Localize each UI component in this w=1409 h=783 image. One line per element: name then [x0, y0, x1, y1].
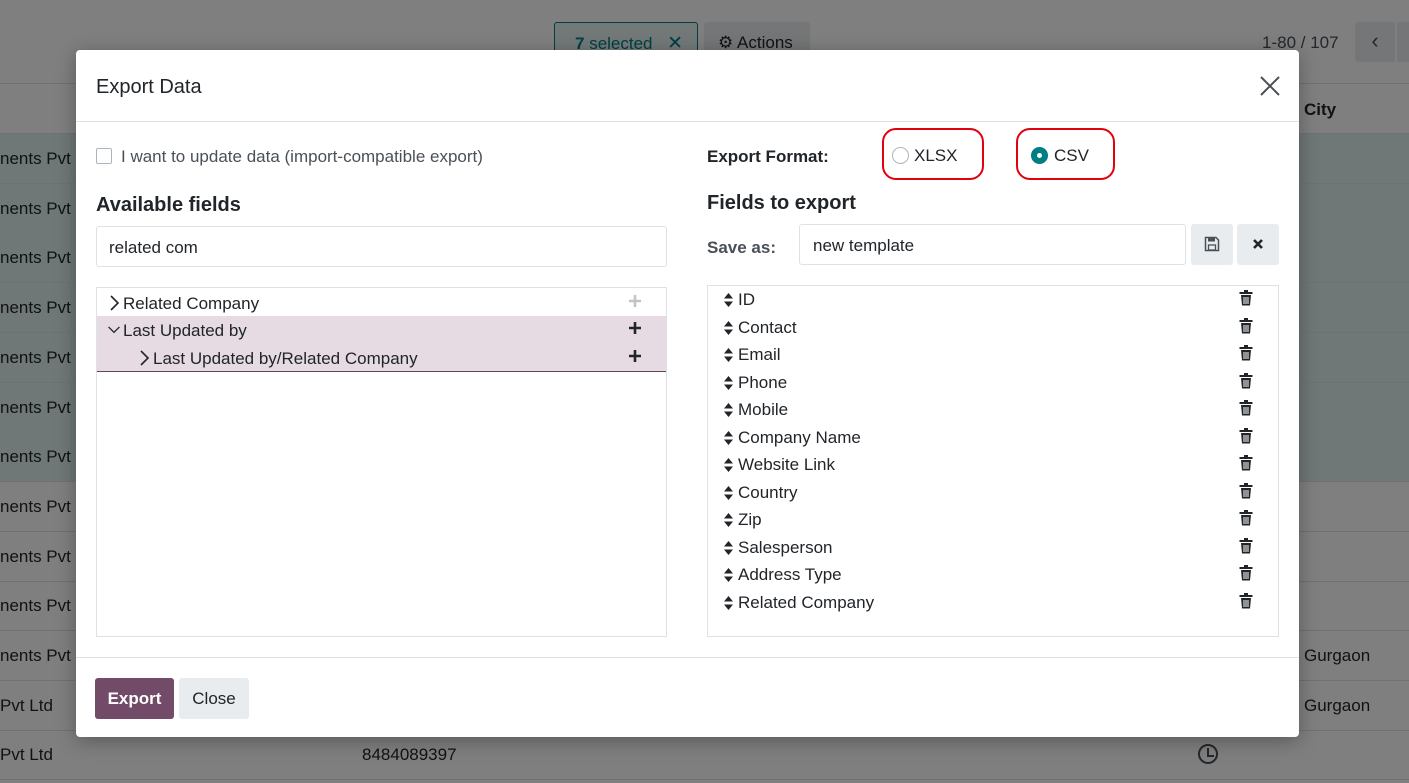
trash-icon[interactable]	[1239, 482, 1253, 499]
trash-icon[interactable]	[1239, 400, 1253, 416]
x-icon	[1253, 239, 1263, 249]
export-field-label: ID	[738, 290, 755, 309]
export-field-item[interactable]: ID	[708, 287, 1278, 314]
sort-icon[interactable]	[723, 512, 734, 528]
template-name-input[interactable]: new template	[799, 224, 1186, 265]
radio-xlsx[interactable]	[892, 147, 909, 164]
trash-icon[interactable]	[1239, 372, 1253, 389]
fields-to-export-heading: Fields to export	[707, 192, 856, 214]
export-field-label: Phone	[738, 372, 788, 392]
save-as-label: Save as:	[707, 238, 776, 257]
chevron-down-icon[interactable]	[107, 321, 121, 339]
export-button[interactable]: Export	[95, 678, 174, 719]
export-field-item[interactable]: Salesperson	[708, 535, 1278, 562]
radio-csv[interactable]	[1031, 147, 1048, 164]
format-label-csv: CSV	[1054, 146, 1089, 165]
sort-icon[interactable]	[723, 540, 734, 556]
export-field-item[interactable]: Address Type	[708, 562, 1278, 589]
modal-title: Export Data	[96, 76, 202, 98]
import-compatible-label: I want to update data (import-compatible…	[121, 147, 483, 166]
cancel-template-button[interactable]	[1237, 224, 1279, 265]
field-search-input[interactable]: related com	[96, 226, 667, 267]
format-label-xlsx: XLSX	[914, 146, 958, 165]
sort-icon[interactable]	[723, 347, 734, 363]
tree-item-last-updated-by-related-company[interactable]: Last Updated by/Related Company	[97, 344, 666, 372]
export-field-label: Contact	[738, 317, 797, 337]
trash-icon[interactable]	[1239, 592, 1253, 609]
export-field-item[interactable]: Contact	[708, 315, 1278, 342]
plus-icon[interactable]	[627, 320, 643, 336]
available-fields-heading: Available fields	[96, 194, 241, 216]
tree-item-label: Related Company	[123, 294, 260, 313]
modal-footer: Export Close	[76, 657, 1299, 737]
close-icon[interactable]	[1258, 74, 1282, 98]
export-field-item[interactable]: Mobile	[708, 397, 1278, 424]
checkbox-box[interactable]	[96, 148, 112, 164]
export-field-label: Website Link	[738, 455, 836, 474]
tree-divider	[97, 371, 666, 372]
modal-header: Export Data	[76, 50, 1299, 122]
sort-icon[interactable]	[723, 320, 734, 336]
export-field-label: Salesperson	[738, 537, 833, 557]
trash-icon[interactable]	[1239, 510, 1253, 526]
export-field-label: Company Name	[738, 427, 861, 447]
export-field-item[interactable]: Email	[708, 342, 1278, 369]
export-field-item[interactable]: Website Link	[708, 452, 1278, 479]
trash-icon[interactable]	[1239, 537, 1253, 554]
export-field-item[interactable]: Phone	[708, 370, 1278, 397]
close-button[interactable]: Close	[179, 678, 249, 719]
trash-icon[interactable]	[1239, 290, 1253, 306]
sort-icon[interactable]	[723, 485, 734, 501]
export-field-item[interactable]: Related Company	[708, 590, 1278, 617]
sort-icon[interactable]	[723, 402, 734, 418]
sort-icon[interactable]	[723, 595, 734, 611]
export-field-label: Address Type	[738, 565, 842, 584]
chevron-right-icon[interactable]	[107, 294, 121, 312]
chevron-right-icon[interactable]	[137, 349, 151, 367]
import-compatible-checkbox[interactable]: I want to update data (import-compatible…	[96, 147, 483, 167]
export-field-label: Zip	[738, 510, 762, 529]
export-format-label: Export Format:	[707, 147, 829, 166]
sort-icon[interactable]	[723, 375, 734, 391]
sort-icon[interactable]	[723, 457, 734, 473]
fields-to-export-list: ID Contact Email Phone Mobile Company Name Web…	[707, 285, 1279, 637]
trash-icon[interactable]	[1239, 455, 1253, 471]
plus-icon[interactable]	[627, 293, 643, 309]
export-field-label: Country	[738, 482, 798, 502]
tree-item-label: Last Updated by/Related Company	[153, 349, 418, 368]
export-field-item[interactable]: Zip	[708, 507, 1278, 534]
sort-icon[interactable]	[723, 292, 734, 308]
trash-icon[interactable]	[1239, 565, 1253, 581]
trash-icon[interactable]	[1239, 345, 1253, 361]
export-field-label: Related Company	[738, 592, 875, 612]
available-fields-tree: Related Company Last Updated by Last Upd…	[96, 287, 667, 637]
plus-icon[interactable]	[627, 348, 643, 364]
export-data-dialog: Export Data I want to update data (impor…	[76, 50, 1299, 737]
sort-icon[interactable]	[723, 567, 734, 583]
export-field-item[interactable]: Company Name	[708, 425, 1278, 452]
export-field-label: Mobile	[738, 400, 789, 419]
format-option-xlsx[interactable]: XLSX	[882, 128, 984, 180]
format-option-csv[interactable]: CSV	[1016, 128, 1115, 180]
tree-item-related-company[interactable]: Related Company	[97, 289, 666, 317]
save-template-button[interactable]	[1191, 224, 1233, 265]
trash-icon[interactable]	[1239, 427, 1253, 444]
tree-item-label: Last Updated by	[123, 321, 247, 340]
tree-item-last-updated-by[interactable]: Last Updated by	[97, 316, 666, 344]
save-icon	[1204, 236, 1220, 252]
trash-icon[interactable]	[1239, 317, 1253, 334]
export-field-item[interactable]: Country	[708, 480, 1278, 507]
export-field-label: Email	[738, 345, 781, 364]
sort-icon[interactable]	[723, 430, 734, 446]
